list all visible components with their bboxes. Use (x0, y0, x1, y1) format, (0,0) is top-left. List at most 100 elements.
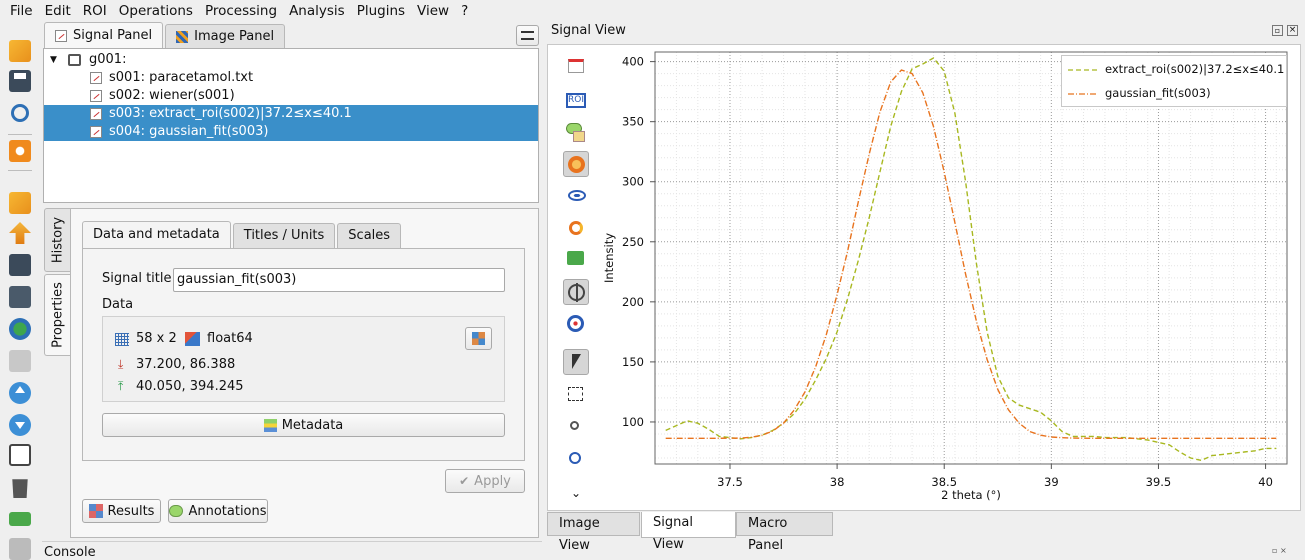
float-icon[interactable]: ▫ (1272, 25, 1283, 36)
annotations-icon[interactable] (9, 512, 31, 526)
expand-arrow-icon[interactable]: ▼ (50, 51, 57, 69)
x-tick-label: 37.5 (717, 475, 743, 489)
close-icon[interactable]: × (1287, 25, 1298, 36)
metadata-icon (263, 418, 277, 432)
tab-macro-panel[interactable]: Macro Panel (736, 512, 833, 553)
x-tick-label: 39.5 (1146, 475, 1172, 489)
y-tick-label: 100 (622, 415, 644, 429)
menu-processing[interactable]: Processing (199, 0, 283, 22)
tab-properties[interactable]: Properties (44, 274, 70, 356)
menu-operations[interactable]: Operations (113, 0, 199, 22)
table-icon (472, 332, 485, 345)
menu-roi[interactable]: ROI (77, 0, 113, 22)
search-icon[interactable] (11, 104, 29, 122)
tab-scales[interactable]: Scales (337, 223, 402, 248)
menu-analysis[interactable]: Analysis (283, 0, 351, 22)
console-title: Console (44, 545, 96, 560)
console-dock-buttons[interactable]: ▫ × (1272, 546, 1302, 556)
menu-file[interactable]: File (4, 0, 39, 22)
duplicate-icon[interactable] (9, 350, 31, 372)
move-up-icon[interactable] (9, 382, 31, 404)
y-tick-label: 250 (622, 235, 644, 249)
min-icon: ⤓ (118, 357, 124, 371)
shape-value: 58 x 2 (136, 331, 177, 346)
x-axis-label: 2 theta (°) (941, 488, 1001, 502)
signal-icon (90, 126, 102, 138)
tree-item-s002[interactable]: s002: wiener(s001) (44, 87, 538, 105)
signal-chart[interactable]: 37.5 38 38.5 39 39.5 40100150200250300350400 … (547, 44, 1301, 511)
tree-item-s001[interactable]: s001: paracetamol.txt (44, 69, 538, 87)
y-axis-label: Intensity (602, 233, 616, 283)
signal-view-title: Signal View (551, 23, 626, 38)
tab-signal-panel[interactable]: Signal Panel (44, 22, 164, 49)
max-icon: ⤒ (118, 379, 124, 393)
signal-icon (90, 108, 102, 120)
tab-titles-units[interactable]: Titles / Units (232, 223, 336, 248)
legend-label-roi: extract_roi(s002)|37.2≤x≤40.1 (1105, 62, 1285, 76)
menu-help[interactable]: ? (455, 0, 474, 22)
tab-history[interactable]: History (44, 208, 70, 272)
panel-menu-button[interactable] (516, 25, 539, 46)
dtype-value: float64 (207, 331, 253, 346)
x-tick-label: 38.5 (931, 475, 957, 489)
new-signal-icon[interactable] (9, 40, 31, 62)
tab-signal-view[interactable]: Signal View (641, 512, 736, 552)
apply-button[interactable]: ✔ Apply (445, 469, 525, 493)
x-tick-label: 38 (830, 475, 845, 489)
group-icon (68, 54, 81, 66)
signal-icon (90, 90, 102, 102)
properties-tabs: Data and metadata Titles / Units Scales (82, 221, 403, 248)
tree-item-s004[interactable]: s004: gaussian_fit(s003) (44, 123, 538, 141)
data-view-button[interactable] (465, 327, 492, 350)
list-icon (521, 31, 534, 40)
panel-tabs: Signal Panel Image Panel (44, 22, 287, 49)
signal-title-label: Signal title (102, 271, 172, 286)
tree-group[interactable]: ▼ g001: (44, 51, 538, 69)
data-label: Data (102, 297, 134, 312)
menu-view[interactable]: View (411, 0, 455, 22)
console-dock: Console (42, 541, 542, 560)
menu-plugins[interactable]: Plugins (351, 0, 411, 22)
results-button[interactable]: Results (82, 499, 161, 523)
annotations-button[interactable]: Annotations (168, 499, 268, 523)
main-toolbar (0, 24, 40, 560)
save-signal-icon[interactable] (9, 254, 31, 276)
settings-icon[interactable] (9, 140, 31, 162)
delete-icon[interactable] (12, 479, 28, 498)
image-icon (176, 31, 189, 43)
y-tick-label: 150 (622, 355, 644, 369)
y-tick-label: 350 (622, 115, 644, 129)
y-tick-label: 400 (622, 55, 644, 69)
tree-item-s003[interactable]: s003: extract_roi(s002)|37.2≤x≤40.1 (44, 105, 538, 123)
max-value: 40.050, 394.245 (136, 379, 244, 394)
results-icon (88, 504, 103, 518)
import-icon[interactable] (9, 222, 31, 244)
chart-legend: extract_roi(s002)|37.2≤x≤40.1 gaussian_f… (1061, 55, 1287, 107)
refresh-icon[interactable] (9, 318, 31, 340)
legend-swatches (1068, 69, 1098, 95)
move-down-icon[interactable] (9, 414, 31, 436)
menu-edit[interactable]: Edit (39, 0, 77, 22)
legend-label-fit: gaussian_fit(s003) (1105, 86, 1211, 100)
x-tick-label: 40 (1258, 475, 1273, 489)
tab-data-metadata[interactable]: Data and metadata (82, 221, 231, 248)
signal-title-field[interactable]: gaussian_fit(s003) (173, 268, 505, 292)
x-tick-label: 39 (1044, 475, 1059, 489)
copy-icon[interactable] (9, 444, 31, 466)
y-tick-label: 300 (622, 175, 644, 189)
series-line-roi[interactable] (665, 57, 1277, 462)
tab-image-view[interactable]: Image View (547, 512, 640, 553)
y-tick-label: 200 (622, 295, 644, 309)
save-all-icon[interactable] (9, 286, 31, 308)
min-value: 37.200, 86.388 (136, 357, 236, 372)
signal-tree[interactable]: ▼ g001: s001: paracetamol.txt s002: wien… (43, 48, 539, 203)
dtype-icon (185, 332, 200, 346)
open-signal-icon[interactable] (9, 192, 31, 214)
more-icon[interactable] (9, 538, 31, 560)
shape-icon (115, 333, 129, 346)
tab-image-panel[interactable]: Image Panel (165, 24, 286, 49)
metadata-button[interactable]: Metadata (102, 413, 505, 437)
signal-icon (90, 72, 102, 84)
check-icon: ✔ (459, 474, 470, 488)
save-icon[interactable] (9, 70, 31, 92)
